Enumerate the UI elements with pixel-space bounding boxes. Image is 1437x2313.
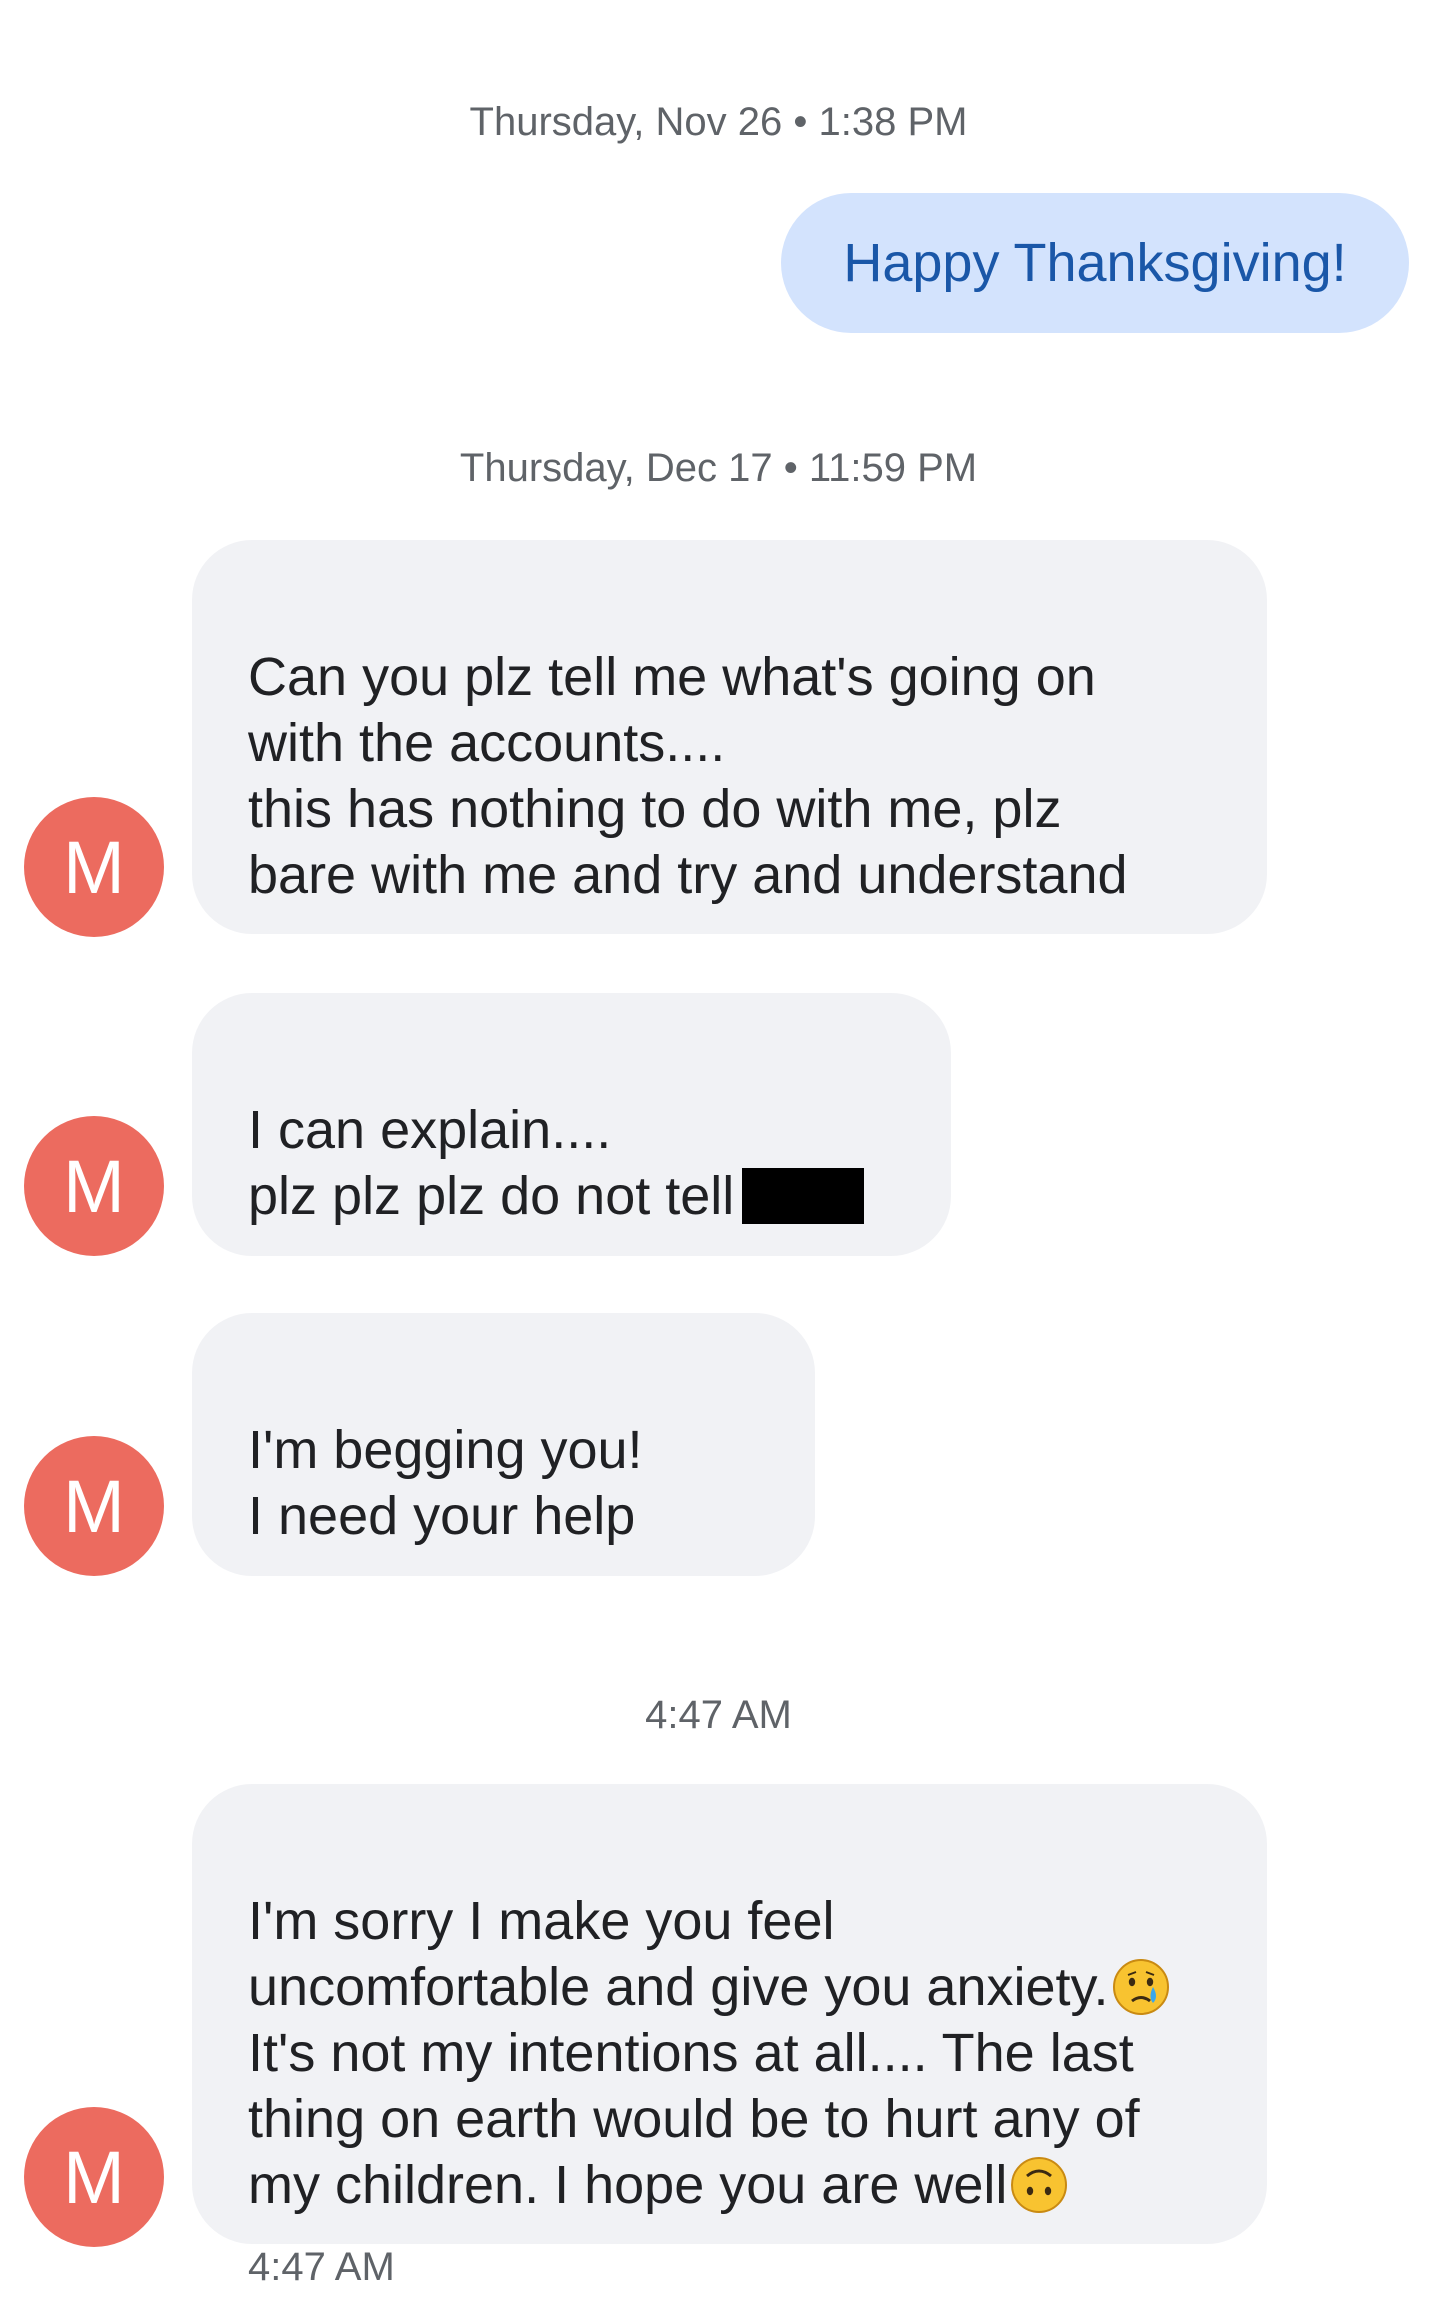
contact-avatar[interactable]: M: [24, 797, 164, 937]
avatar-initial: M: [63, 2135, 125, 2219]
timestamp-divider: Thursday, Nov 26 • 1:38 PM: [469, 100, 968, 144]
message-thread: Thursday, Nov 26 • 1:38 PM Happy Thanksg…: [0, 0, 1437, 2313]
received-message-text: plz plz plz do not tell: [248, 1166, 735, 1226]
timestamp-divider: 4:47 AM: [645, 1693, 792, 1737]
received-message-bubble[interactable]: I can explain.... plz plz plz do not tell: [192, 993, 951, 1256]
timestamp-divider: Thursday, Dec 17 • 11:59 PM: [459, 446, 978, 490]
avatar-initial: M: [63, 1144, 125, 1228]
contact-avatar[interactable]: M: [24, 1436, 164, 1576]
sent-message-bubble[interactable]: Happy Thanksgiving!: [781, 193, 1409, 333]
received-message-text: Can you plz tell me what's going on with…: [248, 647, 1128, 905]
received-message-bubble[interactable]: I'm begging you! I need your help: [192, 1313, 815, 1576]
received-message-text: I'm sorry I make you feel uncomfortable …: [248, 1891, 1109, 2017]
message-time: 4:47 AM: [248, 2245, 395, 2289]
received-message-bubble[interactable]: I'm sorry I make you feel uncomfortable …: [192, 1784, 1267, 2244]
redaction-box: [742, 1168, 865, 1224]
crying-face-emoji-icon: [1112, 1959, 1169, 2015]
sent-message-text: Happy Thanksgiving!: [843, 233, 1347, 293]
received-message-bubble[interactable]: Can you plz tell me what's going on with…: [192, 540, 1267, 934]
received-message-text: It's not my intentions at all.... The la…: [248, 2023, 1140, 2215]
received-message-text: I can explain....: [248, 1100, 612, 1160]
contact-avatar[interactable]: M: [24, 2107, 164, 2247]
upside-down-face-emoji-icon: [1011, 2157, 1068, 2213]
avatar-initial: M: [63, 1464, 125, 1548]
avatar-initial: M: [63, 825, 125, 909]
received-message-text: I'm begging you! I need your help: [248, 1420, 643, 1546]
contact-avatar[interactable]: M: [24, 1116, 164, 1256]
